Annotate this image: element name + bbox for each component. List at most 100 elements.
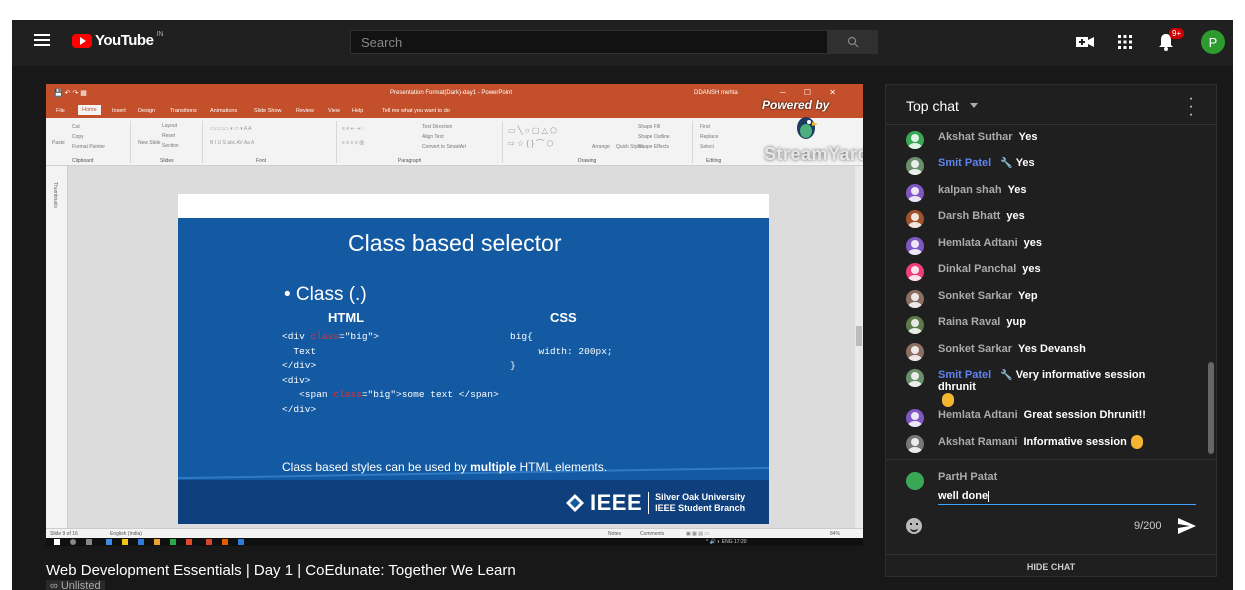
shape-fill-button[interactable]: Shape Fill (638, 124, 660, 130)
chat-author-name[interactable]: Raina Raval (938, 316, 1000, 328)
search-taskbar-icon[interactable] (70, 539, 76, 545)
zoom-level[interactable]: 84% (830, 531, 840, 537)
youtube-logo[interactable]: YouTube IN (72, 31, 163, 49)
chat-author-avatar[interactable] (906, 131, 924, 149)
tab-file[interactable]: File (56, 108, 65, 114)
taskbar-app-icon[interactable] (154, 539, 160, 545)
task-view-icon[interactable] (86, 539, 92, 545)
tab-review[interactable]: Review (296, 108, 314, 114)
tab-insert[interactable]: Insert (112, 108, 126, 114)
file-explorer-icon[interactable] (122, 539, 128, 545)
menu-icon[interactable] (34, 34, 50, 46)
chat-author-avatar[interactable] (906, 290, 924, 308)
slide-bullet: • Class (.) (284, 284, 367, 305)
comments-button[interactable]: Comments (640, 531, 664, 537)
thumbnails-pane[interactable]: Thumbnails (46, 166, 68, 528)
taskbar-app-icon[interactable] (170, 539, 176, 545)
text-direction-button[interactable]: Text Direction (422, 124, 452, 130)
chat-author-name[interactable]: Smit Patel (938, 157, 991, 169)
chat-mode-selector[interactable]: Top chat (906, 98, 959, 114)
font-format-controls[interactable]: B I U S abc AV Aa A (210, 140, 254, 146)
text-cursor (988, 490, 990, 502)
chat-author-name[interactable]: Sonket Sarkar (938, 290, 1012, 302)
search-button[interactable] (828, 30, 878, 54)
chat-scrollbar-thumb[interactable] (1208, 362, 1214, 454)
chat-author-name[interactable]: Hemlata Adtani (938, 409, 1018, 421)
chevron-down-icon[interactable] (970, 103, 978, 108)
video-player[interactable]: 💾 ↶ ↷ ▦ Presentation Format(Dark)-day1 -… (46, 84, 863, 546)
chat-message-input[interactable]: well done (938, 487, 1196, 505)
chat-author-avatar[interactable] (906, 409, 924, 427)
chat-author-avatar[interactable] (906, 210, 924, 228)
chat-author-avatar[interactable] (906, 157, 924, 175)
select-button[interactable]: Select (700, 144, 714, 150)
convert-smartart-button[interactable]: Convert to SmartArt (422, 144, 466, 150)
search-input[interactable]: Search (350, 30, 828, 54)
format-painter-button[interactable]: Format Painter (72, 144, 105, 150)
emoji-picker-icon[interactable] (906, 518, 922, 534)
tab-transitions[interactable]: Transitions (170, 108, 197, 114)
shapes-gallery-row2[interactable]: ⇨ ☆ { } ⌒ ⬡ (508, 138, 553, 149)
live-chat-panel: Top chat · · · Akshat Suthar Yes Smit Patel 🔧… (885, 84, 1217, 577)
shapes-gallery[interactable]: ▭ ╲ ○ ▢ △ ⬠ (508, 126, 557, 135)
new-slide-button[interactable]: New Slide (138, 140, 161, 146)
paste-button[interactable]: Paste (52, 140, 65, 146)
chat-author-avatar[interactable] (906, 237, 924, 255)
shape-outline-button[interactable]: Shape Outline (638, 134, 670, 140)
chat-author-avatar[interactable] (906, 369, 924, 387)
chat-author-name[interactable]: Sonket Sarkar (938, 343, 1012, 355)
chat-author-name[interactable]: Akshat Suthar (938, 131, 1013, 143)
align-text-button[interactable]: Align Text (422, 134, 444, 140)
replace-button[interactable]: Replace (700, 134, 718, 140)
chat-author-name[interactable]: Darsh Bhatt (938, 210, 1000, 222)
mail-icon[interactable] (138, 539, 144, 545)
slide-scrollbar[interactable] (855, 166, 863, 528)
chat-author-avatar[interactable] (906, 263, 924, 281)
taskbar-app-icon[interactable] (186, 539, 192, 545)
tab-help[interactable]: Help (352, 108, 363, 114)
send-icon[interactable] (1178, 518, 1196, 534)
chat-author-avatar[interactable] (906, 184, 924, 202)
align-controls[interactable]: ≡ ≡ ≡ ≡ ▥ (342, 140, 364, 146)
chat-author-name[interactable]: Hemlata Adtani (938, 237, 1018, 249)
arrange-button[interactable]: Arrange (592, 144, 610, 150)
layout-button[interactable]: Layout (162, 123, 177, 129)
chat-author-avatar[interactable] (906, 435, 924, 453)
font-controls[interactable]: ▭▭▭▭ ▾ ▭ ▾ A A (210, 126, 251, 132)
reset-button[interactable]: Reset (162, 133, 175, 139)
chat-author-name[interactable]: Smit Patel (938, 369, 991, 381)
chat-author-name[interactable]: kalpan shah (938, 184, 1002, 196)
apps-grid-icon[interactable] (1115, 32, 1135, 52)
chat-author-avatar[interactable] (906, 316, 924, 334)
chat-author-name[interactable]: Akshat Ramani (938, 436, 1017, 448)
copy-button[interactable]: Copy (72, 134, 84, 140)
vscode-taskbar-icon[interactable] (238, 539, 244, 545)
chrome-taskbar-icon[interactable] (222, 539, 228, 545)
chat-author-name[interactable]: Dinkal Panchal (938, 263, 1016, 275)
powerpoint-taskbar-icon[interactable] (206, 539, 212, 545)
create-video-icon[interactable] (1075, 32, 1095, 52)
list-controls[interactable]: ≡ ≡ ⇤ ⇥ ↕ (342, 126, 364, 132)
more-options-icon[interactable]: · · · (1186, 91, 1196, 123)
tab-home[interactable]: Home (78, 105, 101, 115)
section-button[interactable]: Section (162, 143, 179, 149)
windows-taskbar: ^ 🔊 ◐ ENG 17:20 (46, 538, 863, 546)
tell-me-box[interactable]: Tell me what you want to do (382, 108, 450, 114)
tab-design[interactable]: Design (138, 108, 155, 114)
notes-button[interactable]: Notes (608, 531, 621, 537)
scrollbar-thumb[interactable] (856, 326, 862, 346)
chat-author-avatar[interactable] (906, 343, 924, 361)
tab-animations[interactable]: Animations (210, 108, 237, 114)
edge-icon[interactable] (106, 539, 112, 545)
windows-start-icon[interactable] (54, 539, 60, 545)
cut-button[interactable]: Cut (72, 124, 80, 130)
view-buttons[interactable]: ▣ ▦ ▤ ▭ (686, 531, 709, 537)
find-button[interactable]: Find (700, 124, 710, 130)
hide-chat-button[interactable]: HIDE CHAT (886, 554, 1216, 578)
tab-slide-show[interactable]: Slide Show (254, 108, 282, 114)
chat-scrollbar[interactable] (1206, 126, 1216, 458)
shape-effects-button[interactable]: Shape Effects (638, 144, 669, 150)
tab-view[interactable]: View (328, 108, 340, 114)
quick-access-icons: 💾 ↶ ↷ ▦ (54, 90, 87, 97)
account-avatar[interactable]: P (1201, 30, 1225, 54)
